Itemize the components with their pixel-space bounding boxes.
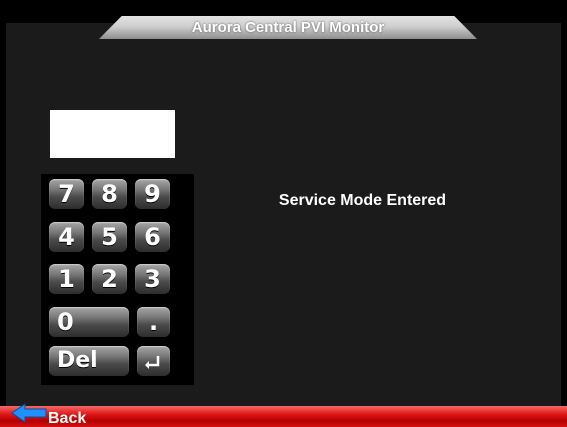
screen: Aurora Central PVI Monitor 7 8 9 4 5 6 1… <box>0 0 567 427</box>
key-7[interactable]: 7 <box>49 179 84 209</box>
delete-button[interactable]: Del <box>49 346 129 376</box>
key-6[interactable]: 6 <box>135 222 170 252</box>
key-decimal-point[interactable]: . <box>137 307 170 337</box>
key-8[interactable]: 8 <box>92 179 127 209</box>
numeric-keypad: 7 8 9 4 5 6 1 2 3 0 . Del <box>41 174 194 385</box>
page-title: Aurora Central PVI Monitor <box>191 19 385 36</box>
key-0[interactable]: 0 <box>49 307 129 337</box>
key-3[interactable]: 3 <box>135 264 170 294</box>
status-message: Service Mode Entered <box>278 192 447 209</box>
key-9[interactable]: 9 <box>135 179 170 209</box>
key-2[interactable]: 2 <box>92 264 127 294</box>
key-1[interactable]: 1 <box>49 264 84 294</box>
back-button[interactable]: Back <box>0 402 120 427</box>
key-4[interactable]: 4 <box>49 222 84 252</box>
keypad-entry-field[interactable] <box>50 110 175 158</box>
enter-button[interactable] <box>137 346 170 376</box>
left-arrow-icon <box>11 403 47 423</box>
back-label: Back <box>48 410 87 427</box>
enter-return-icon <box>145 356 160 369</box>
key-5[interactable]: 5 <box>92 222 127 252</box>
